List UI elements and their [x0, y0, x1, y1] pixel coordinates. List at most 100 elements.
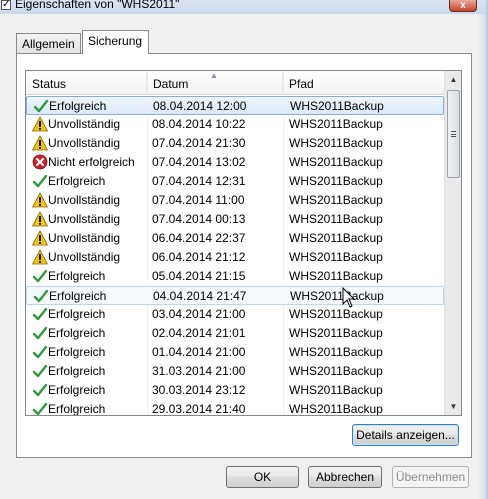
list-item[interactable]: Erfolgreich 08.04.2014 12:00 WHS2011Backup — [26, 96, 444, 115]
path-text: WHS2011Backup — [289, 250, 383, 264]
apply-button[interactable]: Übernehmen — [392, 466, 469, 488]
date-text: 30.03.2014 23:12 — [152, 383, 246, 397]
warning-icon — [32, 230, 48, 246]
scroll-up-arrow-icon[interactable]: ▲ — [445, 71, 461, 88]
tab-allgemein[interactable]: Allgemein — [16, 33, 81, 54]
success-check-icon — [33, 289, 49, 303]
date-text: 04.04.2014 21:47 — [153, 289, 247, 303]
sort-ascending-icon: ▲ — [210, 71, 218, 80]
warning-icon — [32, 135, 48, 151]
path-text: WHS2011Backup — [289, 326, 383, 340]
date-text: 06.04.2014 21:12 — [152, 250, 246, 264]
date-text: 29.03.2014 21:40 — [152, 402, 246, 416]
date-text: 02.04.2014 21:01 — [152, 326, 246, 340]
status-text: Erfolgreich — [49, 289, 107, 303]
status-text: Erfolgreich — [48, 364, 106, 378]
date-text: 03.04.2014 21:00 — [152, 307, 246, 321]
vertical-scrollbar[interactable]: ▲ ▼ — [444, 71, 461, 415]
scroll-down-arrow-icon[interactable]: ▼ — [445, 398, 461, 415]
list-item[interactable]: Erfolgreich 02.04.2014 21:01 WHS2011Backup — [26, 324, 444, 343]
path-text: WHS2011Backup — [289, 383, 383, 397]
status-text: Erfolgreich — [48, 402, 106, 416]
success-check-icon — [32, 174, 48, 188]
list-item[interactable]: Erfolgreich 01.04.2014 21:00 WHS2011Backup — [26, 343, 444, 362]
list-item[interactable]: Unvollständig 07.04.2014 11:00 WHS2011Back… — [26, 191, 444, 210]
success-check-icon — [32, 364, 48, 378]
status-text: Erfolgreich — [48, 326, 106, 340]
path-text: WHS2011Backup — [289, 174, 383, 188]
scroll-thumb[interactable] — [447, 90, 460, 178]
list-item[interactable]: Unvollständig 07.04.2014 21:30 WHS2011Back… — [26, 134, 444, 153]
status-text: Nicht erfolgreich — [48, 155, 135, 169]
list-item[interactable]: Erfolgreich 03.04.2014 21:00 WHS2011Backup — [26, 305, 444, 324]
status-text: Erfolgreich — [48, 345, 106, 359]
warning-icon — [32, 116, 48, 132]
date-text: 07.04.2014 00:13 — [152, 212, 246, 226]
list-item[interactable]: Erfolgreich 29.03.2014 21:40 WHS2011Backup — [26, 400, 444, 416]
success-check-icon — [32, 269, 48, 283]
ok-button[interactable]: OK — [226, 466, 299, 488]
date-text: 08.04.2014 10:22 — [152, 117, 246, 131]
mouse-cursor-icon — [342, 287, 356, 308]
date-text: 08.04.2014 12:00 — [153, 99, 247, 113]
date-text: 07.04.2014 12:31 — [152, 174, 246, 188]
success-check-icon — [33, 99, 49, 113]
window-title: Eigenschaften von "WHS2011" — [15, 0, 180, 11]
date-text: 07.04.2014 11:00 — [152, 193, 245, 207]
date-text: 07.04.2014 21:30 — [152, 136, 246, 150]
path-text: WHS2011Backup — [289, 136, 383, 150]
date-text: 06.04.2014 22:37 — [152, 231, 246, 245]
list-item[interactable]: Erfolgreich 05.04.2014 21:15 WHS2011Backup — [26, 267, 444, 286]
date-text: 31.03.2014 21:00 — [152, 364, 246, 378]
list-item[interactable]: Unvollständig 08.04.2014 10:22 WHS2011Back… — [26, 115, 444, 134]
path-text: WHS2011Backup — [289, 364, 383, 378]
list-item[interactable]: Erfolgreich 04.04.2014 21:47 WHS2011Backup — [26, 286, 444, 305]
status-text: Erfolgreich — [48, 383, 106, 397]
status-text: Unvollständig — [48, 231, 121, 245]
path-text: WHS2011Backup — [289, 402, 383, 416]
path-text: WHS2011Backup — [289, 155, 383, 169]
success-check-icon — [32, 383, 48, 397]
list-item[interactable]: Unvollständig 06.04.2014 22:37 WHS2011Back… — [26, 229, 444, 248]
list-header: Status Datum ▲ Pfad — [26, 71, 444, 95]
success-check-icon — [32, 345, 48, 359]
title-check-icon: ✓ — [1, 0, 11, 10]
warning-icon — [32, 249, 48, 265]
status-text: Erfolgreich — [48, 307, 106, 321]
list-item[interactable]: Unvollständig 06.04.2014 21:12 WHS2011Back… — [26, 248, 444, 267]
status-text: Unvollständig — [48, 117, 121, 131]
path-text: WHS2011Backup — [289, 307, 383, 321]
date-text: 05.04.2014 21:15 — [152, 269, 246, 283]
grip-icon — [451, 131, 456, 137]
path-text: WHS2011Backup — [289, 345, 383, 359]
list-item[interactable]: Erfolgreich 07.04.2014 12:31 WHS2011Backup — [26, 172, 444, 191]
error-icon — [32, 154, 48, 170]
details-button[interactable]: Details anzeigen... — [352, 424, 459, 446]
status-text: Unvollständig — [48, 193, 121, 207]
status-text: Erfolgreich — [48, 174, 106, 188]
list-item[interactable]: Erfolgreich 31.03.2014 21:00 WHS2011Backup — [26, 362, 444, 381]
path-text: WHS2011Backup — [289, 212, 383, 226]
warning-icon — [32, 211, 48, 227]
path-text: WHS2011Backup — [289, 117, 383, 131]
status-text: Unvollständig — [48, 212, 121, 226]
tab-sicherung[interactable]: Sicherung — [82, 30, 149, 54]
list-item[interactable]: Erfolgreich 30.03.2014 23:12 WHS2011Backup — [26, 381, 444, 400]
warning-icon — [32, 192, 48, 208]
path-text: WHS2011Backup — [289, 193, 383, 207]
success-check-icon — [32, 402, 48, 415]
column-header-status[interactable]: Status — [26, 71, 147, 95]
path-text: WHS2011Backup — [289, 231, 383, 245]
title-bar: ✓ Eigenschaften von "WHS2011" x — [0, 0, 486, 14]
status-text: Unvollständig — [48, 136, 121, 150]
list-item[interactable]: Nicht erfolgreich 07.04.2014 13:02 WHS2011… — [26, 153, 444, 172]
backup-list[interactable]: Status Datum ▲ Pfad Erfolgreich 08.04.201… — [25, 70, 462, 416]
column-header-pfad[interactable]: Pfad — [283, 71, 444, 95]
close-button[interactable]: x — [449, 0, 477, 12]
cancel-button[interactable]: Abbrechen — [308, 466, 382, 488]
list-item[interactable]: Unvollständig 07.04.2014 00:13 WHS2011Back… — [26, 210, 444, 229]
date-text: 01.04.2014 21:00 — [152, 345, 246, 359]
success-check-icon — [32, 307, 48, 321]
status-text: Erfolgreich — [48, 269, 106, 283]
path-text: WHS2011Backup — [290, 99, 384, 113]
